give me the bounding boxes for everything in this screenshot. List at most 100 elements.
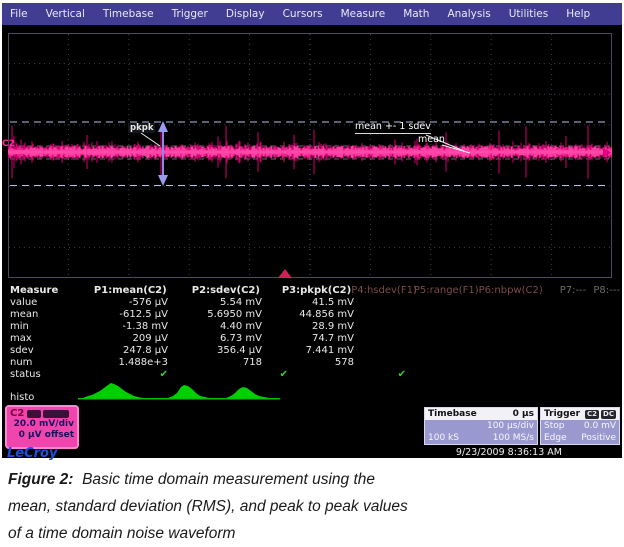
menu-timebase[interactable]: Timebase [94,8,163,20]
status-ok-icon: ✔ [314,369,432,381]
table-row-num: num 1.488e+3 718 578 [8,357,620,369]
cell-value: 44.856 mV [262,309,354,321]
status-ok-icon: ✔ [194,369,314,381]
menu-vertical[interactable]: Vertical [37,8,94,20]
caption-line-3: of a time domain noise waveform [8,520,608,547]
caption-line-2: mean, standard deviation (RMS), and peak… [8,493,608,520]
row-label: value [8,297,62,309]
cell-value: 7.441 mV [262,345,354,357]
row-label: sdev [8,345,62,357]
cell-value: 28.9 mV [262,321,354,333]
cell-value: 5.6950 mV [168,309,262,321]
param-header-p1[interactable]: P1:mean(C2) [62,285,167,297]
param-header-p2[interactable]: P2:sdev(C2) [167,285,260,297]
cell-value: 6.73 mV [168,333,262,345]
caption-text: mean, standard deviation (RMS), and peak… [8,498,408,515]
cell-value: 356.4 µV [168,345,262,357]
param-header-p5[interactable]: P5:range(F1) [413,285,478,297]
measure-title: Measure [8,285,62,297]
cell-value: 1.488e+3 [62,357,168,369]
row-label: histo [8,392,62,403]
pkpk-arrow-down-icon [158,175,168,186]
trigger-time-marker-icon[interactable] [278,269,292,278]
cell-value: -1.38 mV [62,321,168,333]
timebase-title: Timebase [428,409,477,419]
menu-utilities[interactable]: Utilities [500,8,558,20]
pkpk-annotation: pkpk [128,123,155,133]
param-header-p7[interactable]: P7:--- [543,285,587,297]
param-header-p4[interactable]: P4:hsdev(F1) [351,285,413,297]
figure-caption: Figure 2: Basic time domain measurement … [8,466,608,547]
datetime-display: 9/23/2009 8:36:13 AM [352,447,562,458]
table-row-sdev: sdev 247.8 µV 356.4 µV 7.441 mV [8,345,620,357]
table-row-value: value -576 µV 5.54 mV 41.5 mV [8,297,620,309]
cell-value: 74.7 mV [262,333,354,345]
row-label: max [8,333,62,345]
table-row-status: status ✔ ✔ ✔ [8,369,620,381]
channel-scale: 20.0 mV/div [10,419,74,430]
timebase-scale: 100 µs/div [487,420,534,432]
table-row-min: min -1.38 mV 4.40 mV 28.9 mV [8,321,620,333]
trigger-mode: Stop [544,420,564,432]
caption-line-1: Figure 2: Basic time domain measurement … [8,466,608,493]
histogram-p3 [226,387,270,398]
channel-name: C2 [10,408,24,419]
trigger-slope: Positive [581,432,616,444]
menu-cursors[interactable]: Cursors [274,8,332,20]
figure-label: Figure 2: [8,471,73,488]
timebase-position: 0 µs [513,409,534,419]
timebase-samples: 100 kS [428,432,459,444]
cell-value: -576 µV [62,297,168,309]
trigger-title: Trigger [544,409,580,419]
timebase-rate: 100 MS/s [493,432,534,444]
trigger-type: Edge [544,432,567,444]
table-row-max: max 209 µV 6.73 mV 74.7 mV [8,333,620,345]
cell-value: 209 µV [62,333,168,345]
caption-text: of a time domain noise waveform [8,525,235,542]
row-label: min [8,321,62,333]
param-header-p6[interactable]: P6:nbpw(C2) [479,285,543,297]
histogram-p2 [168,385,209,398]
page: File Vertical Timebase Trigger Display C… [0,0,624,547]
pkpk-arrow-up-icon [158,121,168,132]
channel-badge [27,410,41,418]
trigger-descriptor[interactable]: Trigger C2 DC Stop 0.0 mV Edge Positive [540,407,620,445]
lecroy-logo: LeCroy [7,446,57,461]
pkpk-leader-line [141,133,160,146]
param-header-p8[interactable]: P8:--- [586,285,620,297]
table-row-mean: mean -612.5 µV 5.6950 mV 44.856 mV [8,309,620,321]
caption-text: Basic time domain measurement using the [82,471,375,488]
cell-value: 578 [262,357,354,369]
waveform-grid: pkpk mean +- 1 sdev mean C2 [8,33,612,278]
menu-math[interactable]: Math [394,8,438,20]
menu-measure[interactable]: Measure [332,8,395,20]
mean-annotation: mean [418,134,445,145]
row-label: num [8,357,62,369]
measure-header-row: Measure P1:mean(C2) P2:sdev(C2) P3:pkpk(… [8,285,620,297]
menu-bar: File Vertical Timebase Trigger Display C… [2,3,622,25]
trigger-source-badge: C2 [585,410,599,419]
menu-help[interactable]: Help [557,8,599,20]
menu-trigger[interactable]: Trigger [163,8,217,20]
trigger-level: 0.0 mV [584,420,616,432]
channel-c2-descriptor[interactable]: C2 20.0 mV/div 0 µV offset [5,405,79,449]
mean-sdev-annotation: mean +- 1 sdev [355,121,431,134]
cell-value: 718 [168,357,262,369]
row-label: status [8,369,62,381]
menu-display[interactable]: Display [217,8,274,20]
param-header-p3[interactable]: P3:pkpk(C2) [260,285,351,297]
channel-baseline-marker[interactable]: C2 [2,139,15,149]
oscilloscope-app: File Vertical Timebase Trigger Display C… [2,3,622,458]
parameter-histograms [78,381,283,401]
menu-analysis[interactable]: Analysis [438,8,499,20]
menu-file[interactable]: File [2,8,37,20]
cell-value: 41.5 mV [262,297,354,309]
channel-badge [43,410,69,418]
trigger-coupling-badge: DC [601,410,616,419]
measure-panel: Measure P1:mean(C2) P2:sdev(C2) P3:pkpk(… [8,285,620,403]
histogram-p1 [83,383,143,398]
cell-value: 5.54 mV [168,297,262,309]
timebase-descriptor[interactable]: Timebase 0 µs 100 µs/div 100 kS 100 MS/s [424,407,538,445]
waveform-plot [8,33,612,278]
histogram-baseline [78,398,280,400]
